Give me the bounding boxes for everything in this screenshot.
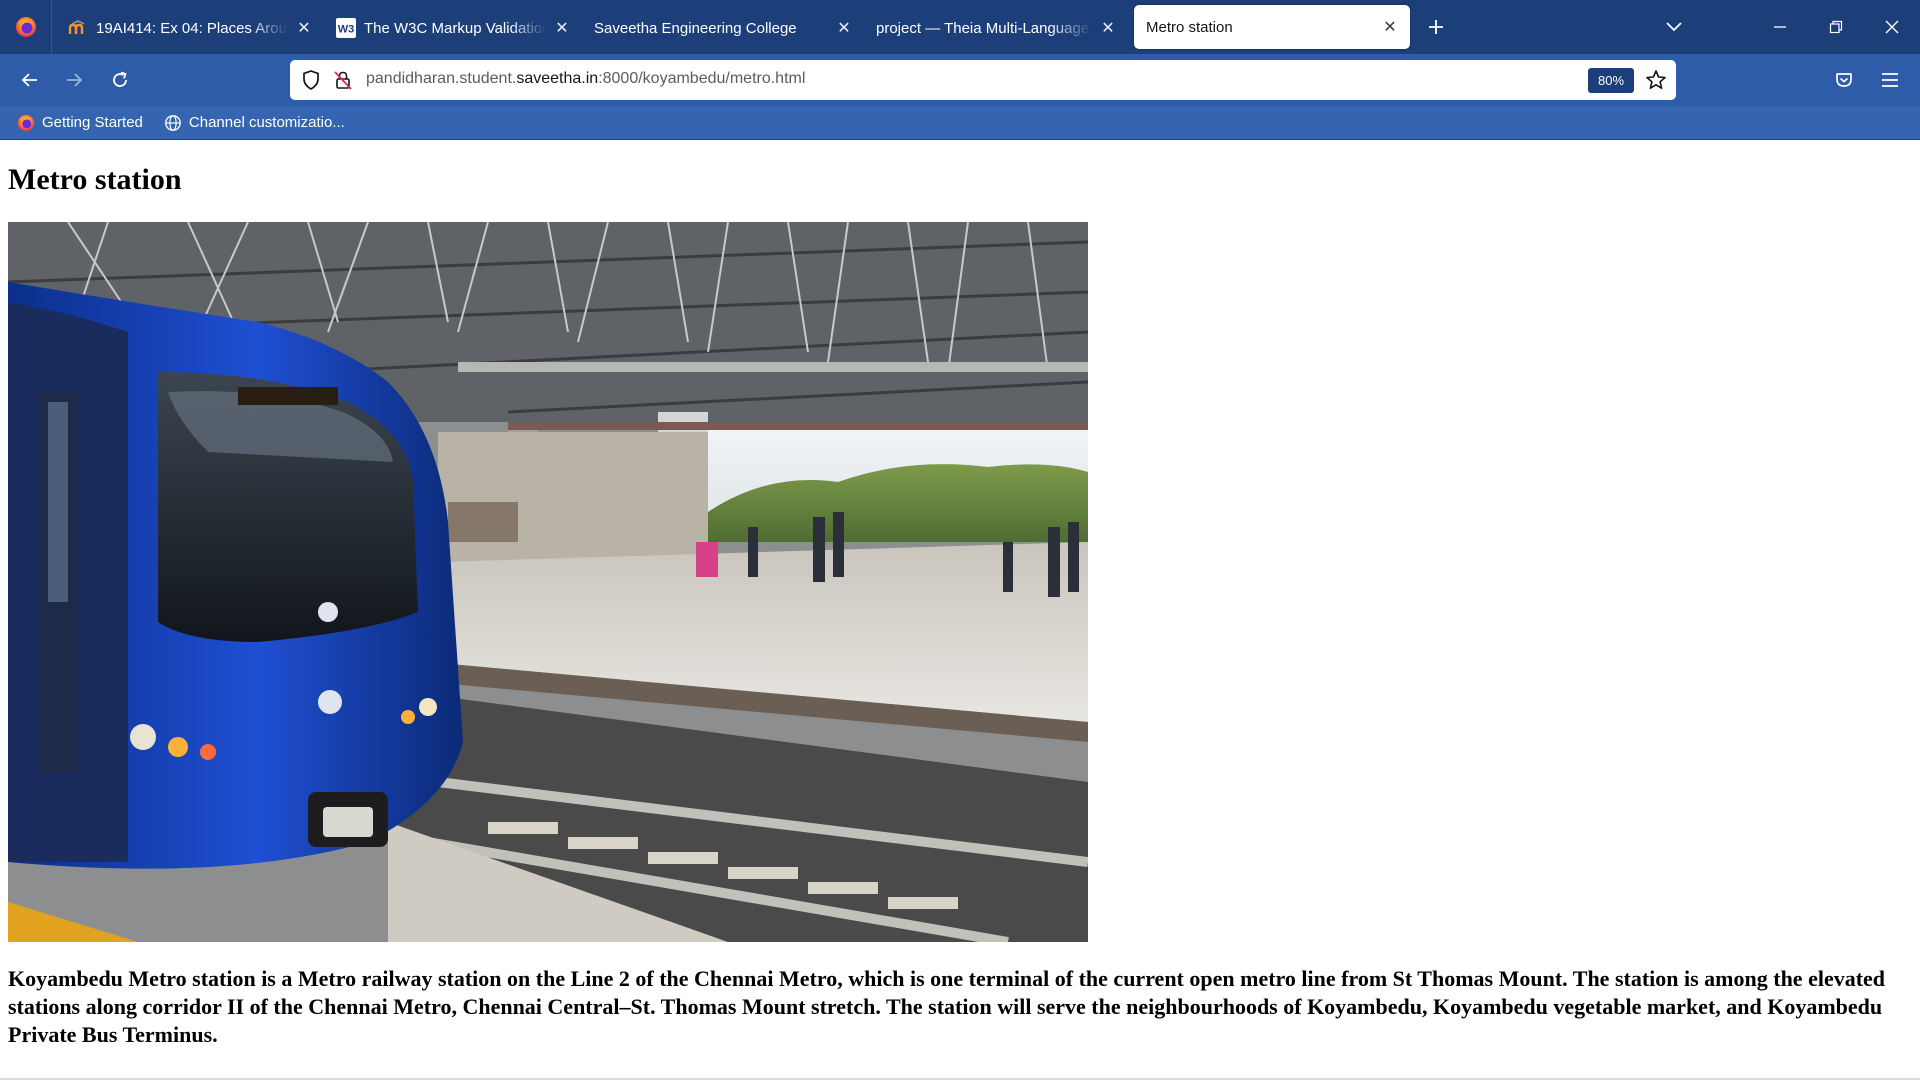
shield-icon[interactable] xyxy=(300,69,322,91)
bookmarks-toolbar: Getting Started Channel customizatio... xyxy=(0,106,1920,140)
star-icon xyxy=(1646,70,1666,89)
tab-strip: 19AI414: Ex 04: Places Around M ✕ W3 The… xyxy=(0,0,1920,54)
reload-icon xyxy=(113,71,127,87)
restore-button[interactable] xyxy=(1808,0,1864,54)
bookmark-channel-customization[interactable]: Channel customizatio... xyxy=(161,109,347,137)
new-tab-button[interactable] xyxy=(1416,5,1456,49)
chevron-down-icon xyxy=(1666,22,1682,32)
bookmark-getting-started[interactable]: Getting Started xyxy=(14,109,145,137)
moodle-icon xyxy=(68,18,88,38)
page-content: Metro station Koyambedu Metro station is… xyxy=(0,141,1920,1080)
tab-theia-project[interactable]: project — Theia Multi-Language Ex ✕ xyxy=(864,6,1128,50)
zoom-level-button[interactable]: 80% xyxy=(1588,68,1634,93)
arrow-left-icon xyxy=(21,73,37,87)
reload-button[interactable] xyxy=(102,62,138,98)
station-description: Koyambedu Metro station is a Metro railw… xyxy=(8,966,1886,1047)
arrow-right-icon xyxy=(67,73,83,87)
pocket-button[interactable] xyxy=(1826,62,1862,98)
forward-button[interactable] xyxy=(56,62,92,98)
close-window-button[interactable] xyxy=(1864,0,1920,54)
close-icon[interactable]: ✕ xyxy=(1100,18,1116,38)
metro-station-photo xyxy=(8,222,1088,942)
close-icon[interactable]: ✕ xyxy=(836,18,852,38)
pocket-icon xyxy=(1836,73,1852,87)
bookmark-label: Getting Started xyxy=(42,114,143,131)
close-icon[interactable]: ✕ xyxy=(1382,17,1398,37)
tab-title: Metro station xyxy=(1146,18,1233,36)
svg-text:W3: W3 xyxy=(338,24,355,36)
url-path: :8000/koyambedu/metro.html xyxy=(598,70,806,87)
globe-icon xyxy=(163,113,183,133)
list-all-tabs-button[interactable] xyxy=(1656,0,1692,54)
close-icon xyxy=(1885,20,1899,34)
tab-title: project — Theia Multi-Language Ex xyxy=(876,19,1092,37)
bookmark-label: Channel customizatio... xyxy=(188,114,345,131)
w3c-icon: W3 xyxy=(336,18,356,38)
url-host: saveetha.in xyxy=(516,70,599,87)
tab-title: 19AI414: Ex 04: Places Around M xyxy=(96,19,288,37)
tab-moodle[interactable]: 19AI414: Ex 04: Places Around M ✕ xyxy=(56,6,324,50)
firefox-icon xyxy=(16,113,36,133)
firefox-menu-button[interactable] xyxy=(0,0,52,54)
insecure-lock-icon[interactable] xyxy=(332,69,354,91)
minimize-button[interactable] xyxy=(1752,0,1808,54)
app-menu-button[interactable] xyxy=(1872,62,1908,98)
close-icon[interactable]: ✕ xyxy=(554,18,570,38)
tab-w3c-validator[interactable]: W3 The W3C Markup Validation Ser ✕ xyxy=(324,6,582,50)
navigation-toolbar: pandidharan.student.saveetha.in:8000/koy… xyxy=(0,54,1920,106)
bookmark-star-button[interactable] xyxy=(1642,66,1670,94)
url-prefix: pandidharan.student. xyxy=(366,70,517,87)
minimize-icon xyxy=(1774,26,1786,28)
close-icon[interactable]: ✕ xyxy=(296,18,312,38)
tab-title: Saveetha Engineering College xyxy=(594,19,797,37)
firefox-icon xyxy=(15,17,36,37)
tab-saveetha[interactable]: Saveetha Engineering College ✕ xyxy=(582,6,864,50)
hamburger-menu-icon xyxy=(1882,73,1898,87)
tab-metro-station[interactable]: Metro station ✕ xyxy=(1134,5,1410,49)
url-text[interactable]: pandidharan.student.saveetha.in:8000/koy… xyxy=(366,70,805,88)
page-heading: Metro station xyxy=(8,163,182,196)
restore-icon xyxy=(1829,20,1843,34)
address-bar[interactable]: pandidharan.student.saveetha.in:8000/koy… xyxy=(290,60,1676,100)
tab-title: The W3C Markup Validation Ser xyxy=(364,19,546,37)
plus-icon xyxy=(1429,20,1443,34)
back-button[interactable] xyxy=(12,62,48,98)
